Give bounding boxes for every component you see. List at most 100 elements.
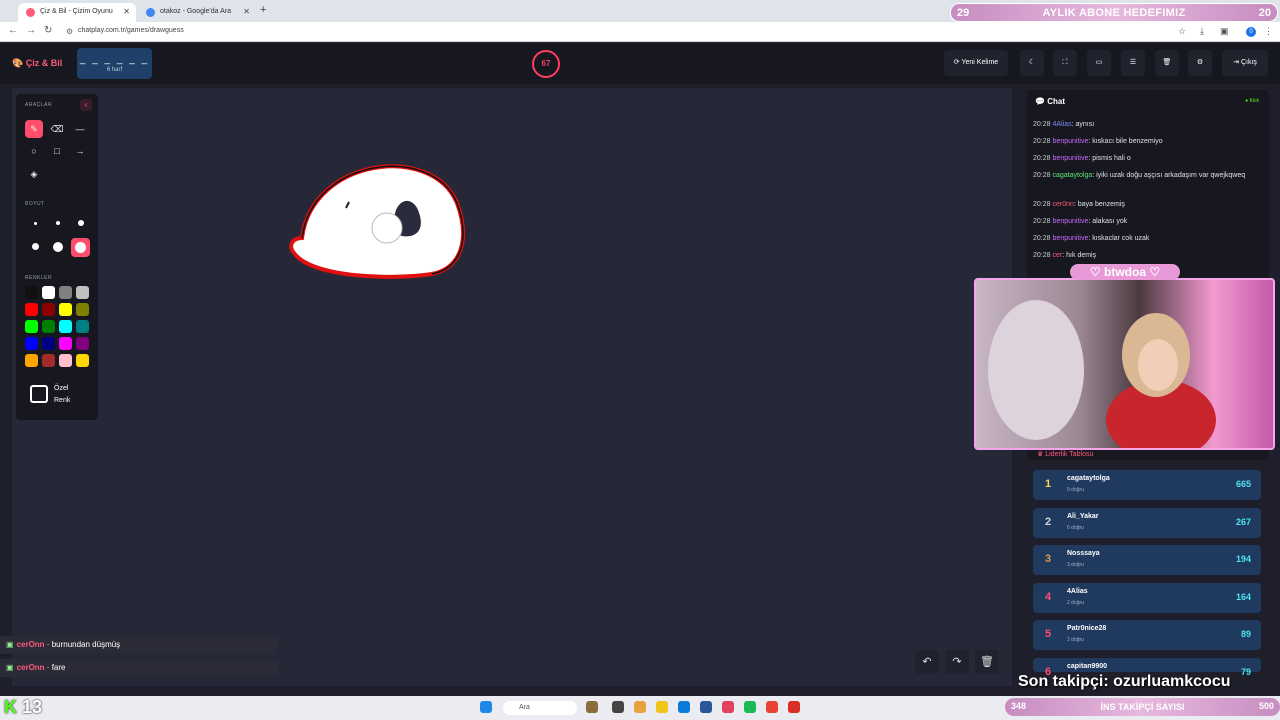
custom-color-label[interactable]: Özel Renk [54,383,70,407]
new-word-button[interactable]: ⟳ Yeni Kelime [944,50,1008,76]
color-swatch[interactable] [25,303,38,316]
eraser-tool-button[interactable]: ⌫ [48,120,66,138]
chat-user[interactable]: cer0nn [1053,201,1074,208]
size-6-button[interactable] [71,238,90,257]
color-swatch[interactable] [25,286,38,299]
rank: 3 [1045,553,1052,565]
color-swatch[interactable] [59,354,72,367]
explorer-icon[interactable] [656,701,668,713]
fill-tool-button[interactable]: ◈ [25,165,43,183]
collapse-icon[interactable]: ‹ [80,99,92,111]
undo-button[interactable]: ↶ [915,650,939,674]
color-swatch[interactable] [59,320,72,333]
color-swatch[interactable] [25,354,38,367]
chat-user[interactable]: benpunitive [1053,235,1089,242]
color-swatch[interactable] [76,320,89,333]
reload-icon[interactable]: ↻ [44,25,52,36]
size-1-button[interactable] [34,222,37,225]
app-icon[interactable] [612,701,624,713]
pencil-tool-button[interactable]: ✎ [25,120,43,138]
app-icon[interactable] [700,701,712,713]
leaderboard-row: 5 Patr0nice28 2 doğru 89 [1033,620,1261,650]
chat-text: kıskacı bile benzemiyo [1092,138,1163,145]
color-swatch[interactable] [76,337,89,350]
rectangle-tool-button[interactable]: □ [48,142,66,160]
chat-user[interactable]: cagataytolga [1053,172,1093,179]
color-swatch[interactable] [76,303,89,316]
color-swatch[interactable] [25,320,38,333]
chat-toggle-button[interactable]: ▭ [1087,50,1111,76]
color-swatch[interactable] [42,354,55,367]
tab-ciz-bil[interactable]: Çiz & Bil - Çizim Oyunu ✕ [18,3,136,22]
webcam-name-tag: ♡ btwdoa ♡ [1070,264,1180,280]
correct-count: 2 doğru [1067,637,1084,643]
dark-mode-button[interactable]: ☾ [1020,50,1044,76]
windows-start-icon[interactable] [480,701,492,713]
size-5-button[interactable] [53,242,63,252]
obs-icon[interactable] [788,701,800,713]
color-swatch[interactable] [42,286,55,299]
close-tab-icon[interactable]: ✕ [243,7,250,16]
color-swatch[interactable] [59,337,72,350]
chat-message: 20:28 4Alias: aynısı [1033,121,1095,128]
taskbar-search[interactable]: Ara [503,701,577,715]
player-name: Patr0nice28 [1067,625,1107,632]
color-swatch[interactable] [42,303,55,316]
chat-user[interactable]: benpunitive [1053,155,1089,162]
clear-canvas-button[interactable]: 🗑 [975,650,999,674]
player-name: capitan9900 [1067,662,1108,670]
player-name: Ali_Yakar [1067,512,1099,520]
bookmark-icon[interactable]: ☆ [1178,26,1186,37]
color-swatch[interactable] [42,320,55,333]
drawn-circle [371,212,403,244]
fullscreen-button[interactable]: ⛶ [1053,50,1077,76]
chat-user[interactable]: benpunitive [1053,138,1089,145]
color-swatch[interactable] [25,337,38,350]
color-swatch[interactable] [76,354,89,367]
line-tool-button[interactable]: — [71,120,89,138]
size-4-button[interactable] [32,243,39,250]
size-3-button[interactable] [78,220,84,226]
custom-color-label-line1: Özel [54,385,69,392]
palette-icon: 🎨 [12,58,24,68]
tools-section-label: ARAÇLAR [25,102,53,108]
new-tab-button[interactable]: + [260,4,266,16]
custom-color-swatch[interactable] [30,385,48,403]
taskview-icon[interactable] [586,701,598,713]
color-swatch[interactable] [42,337,55,350]
chat-user[interactable]: benpunitive [1053,218,1089,225]
url-field[interactable]: chatplay.com.tr/games/drawguess [78,27,184,34]
drawing-canvas[interactable] [12,88,1012,686]
color-swatch[interactable] [76,286,89,299]
app-icon[interactable] [722,701,734,713]
settings-button[interactable]: ⚙ [1188,50,1212,76]
extensions-icon[interactable]: ▣ [1220,26,1229,37]
color-swatch[interactable] [59,286,72,299]
feed-text: burnundan düşmüş [51,640,121,649]
back-icon[interactable]: ← [8,25,18,36]
site-info-icon[interactable]: ⚙ [66,27,73,36]
size-2-button[interactable] [56,221,60,225]
leaderboard-row: 2 Ali_Yakar 6 doğru 267 [1033,507,1261,538]
color-swatch[interactable] [59,303,72,316]
circle-tool-button[interactable]: ○ [25,142,43,160]
app-icon[interactable] [634,701,646,713]
chrome-icon[interactable] [766,701,778,713]
menu-icon[interactable]: ⋮ [1264,26,1273,37]
edge-icon[interactable] [678,701,690,713]
arrow-tool-button[interactable]: → [71,142,89,160]
chat-user[interactable]: 4Alias [1053,121,1072,128]
clear-button[interactable]: 🗑 [1155,50,1179,76]
redo-button[interactable]: ↷ [945,650,969,674]
close-tab-icon[interactable]: ✕ [123,7,130,16]
kick-icon: ▣ [6,663,14,672]
forward-icon[interactable]: → [26,25,36,36]
profile-avatar[interactable]: 0 [1246,27,1256,37]
chat-user[interactable]: cer [1053,252,1063,259]
spotify-icon[interactable] [744,701,756,713]
correct-count: 2 doğru [1067,599,1084,606]
tab-google-search[interactable]: otakoz - Google'da Ara ✕ [138,3,256,22]
board-toggle-button[interactable]: ☰ [1121,50,1145,76]
downloads-icon[interactable]: ⤓ [1200,26,1204,37]
exit-button[interactable]: ⇥ Çıkış [1222,50,1268,76]
